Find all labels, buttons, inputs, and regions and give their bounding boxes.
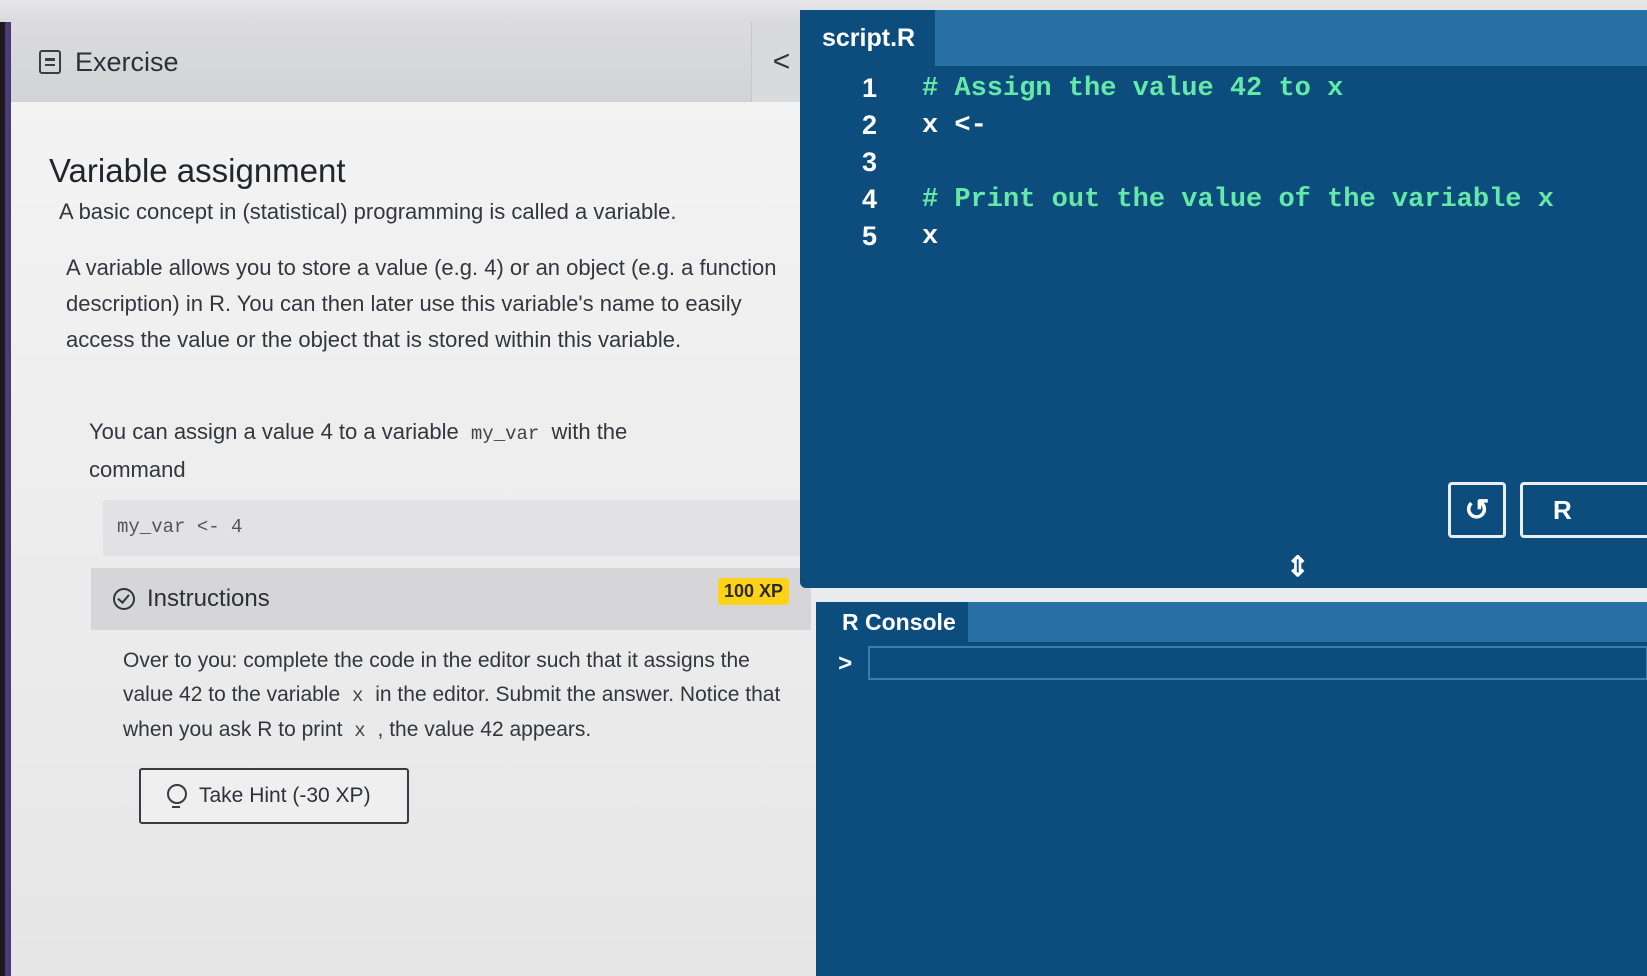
intro-paragraph: A basic concept in (statistical) program… [59,199,677,224]
code-comment: # Print out the value of the variable x [922,184,1554,215]
line-number: 2 [862,110,878,140]
take-hint-label: Take Hint (-30 XP) [199,784,371,807]
pane-divider[interactable] [812,588,1647,602]
line-number: 1 [862,73,878,103]
page-title: Variable assignment [49,152,346,189]
reset-button[interactable]: ↺ [1448,482,1506,538]
variable-paragraph: A variable allows you to store a value (… [66,255,777,352]
code-line[interactable]: 1 # Assign the value 42 to x [830,70,1554,107]
resize-handle-icon[interactable]: ⇕ [1286,550,1309,583]
code-line[interactable]: 5x [830,218,1554,255]
instructions-text: Over to you: complete the code in the ed… [123,644,803,748]
screen: Exercise < Variable assignment A basic c… [0,0,1647,976]
editor-tab-bar: script.R [800,10,1647,66]
r-console: R Console > [816,602,1647,976]
instructions-text-3: , the value 42 appears. [377,718,592,741]
run-button[interactable]: R [1520,482,1647,538]
exercise-panel: Exercise < Variable assignment A basic c… [5,22,825,976]
instructions-header: Instructions 100 XP [91,568,811,630]
line-number: 3 [862,147,878,177]
console-tab-bar: R Console [816,602,1647,642]
inline-code-x-2: x [354,720,366,742]
console-input[interactable] [868,646,1647,680]
code-line[interactable]: 3 [830,144,1554,181]
code-editor-area[interactable]: 1 # Assign the value 42 to x 2 x <- 3 4 # Prin… [830,70,1554,255]
exercise-header: Exercise < [11,22,811,102]
instructions-title: Instructions [147,585,270,612]
code-comment: # Assign the value 42 to x [922,73,1344,104]
line-number: 5 [862,221,878,251]
inline-code-x: x [352,685,364,707]
xp-badge: 100 XP [717,578,789,605]
take-hint-button[interactable]: Take Hint (-30 XP) [139,768,409,824]
code-line[interactable]: 4 # Print out the value of the variable x [830,181,1554,218]
lightbulb-icon [165,784,187,808]
exercise-header-label: Exercise [75,46,179,77]
code-text: x <- [922,110,987,141]
console-prompt: > [838,652,853,679]
tab-script-r[interactable]: script.R [800,10,935,66]
run-label: R [1553,494,1572,525]
check-circle-icon [113,588,135,610]
script-editor: script.R 1 # Assign the value 42 to x 2 x <… [800,10,1647,588]
tab-r-console[interactable]: R Console [816,602,968,642]
assign-text-before: You can assign a value 4 to a variable [89,419,459,444]
exercise-content: Variable assignment A basic concept in (… [11,102,811,976]
code-text: x [922,221,939,252]
chevron-left-icon: < [772,45,791,78]
code-example: my_var <- 4 [103,500,803,556]
document-icon [39,50,61,74]
line-number: 4 [862,184,878,214]
reset-icon: ↺ [1464,493,1490,527]
code-line[interactable]: 2 x <- [830,107,1554,144]
inline-code-my-var: my_var [470,423,540,445]
assign-paragraph: You can assign a value 4 to a variable m… [89,414,689,488]
